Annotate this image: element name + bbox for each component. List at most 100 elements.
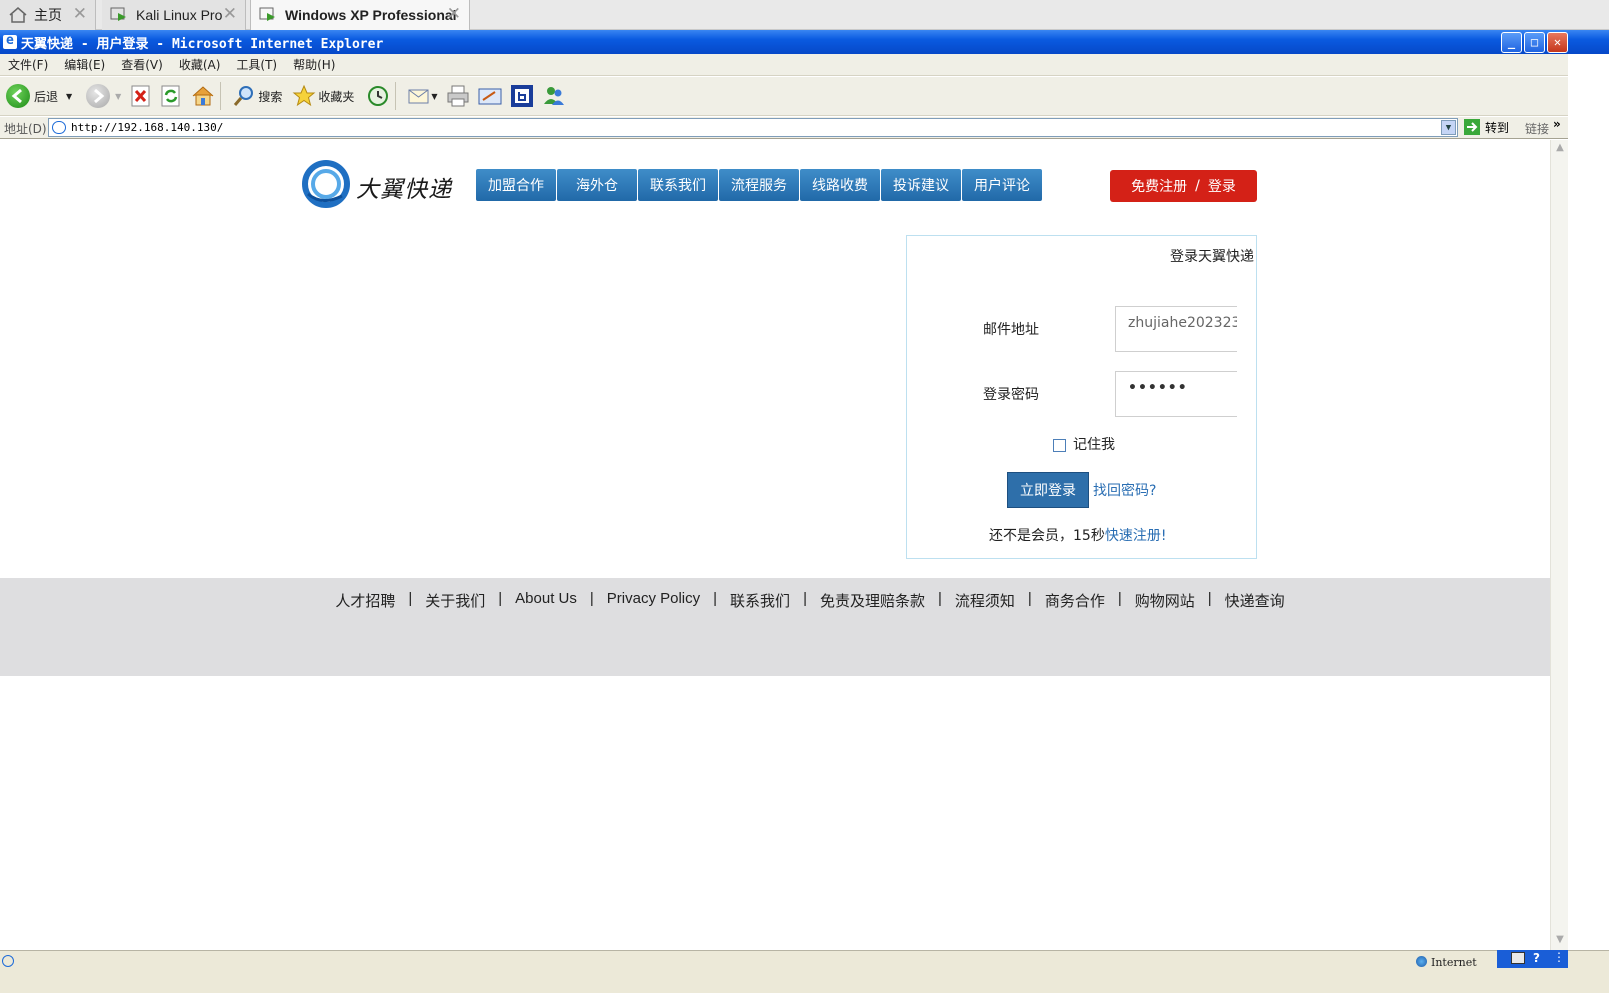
- footer-divider: |: [589, 590, 594, 607]
- vm-tab-strip: 主页 ✕ Kali Linux Pro ✕ Windows XP Profess…: [0, 0, 1609, 30]
- remember-checkbox[interactable]: [1053, 439, 1066, 452]
- login-submit-button[interactable]: 立即登录: [1007, 472, 1089, 508]
- messenger-button[interactable]: [542, 84, 566, 108]
- login-form: 登录天翼快递 邮件地址 zhujiahe202323 登录密码 •••••• 记…: [906, 235, 1257, 559]
- taskbar-tray: ? ⋮: [1497, 950, 1568, 968]
- chevron-down-icon[interactable]: ▼: [1441, 120, 1456, 135]
- address-bar: 地址(D) http://192.168.140.130/ ▼ 转到 链接 »: [0, 117, 1609, 139]
- menu-view[interactable]: 查看(V): [121, 56, 163, 73]
- password-label: 登录密码: [983, 387, 1039, 403]
- search-button[interactable]: 搜索: [232, 84, 282, 108]
- back-button[interactable]: 后退 ▼: [6, 84, 72, 108]
- separator-slash: /: [1195, 178, 1200, 194]
- home-icon: [192, 86, 214, 106]
- site-logo[interactable]: 大翼快递: [302, 160, 462, 210]
- nav-item-contact[interactable]: 联系我们: [638, 169, 718, 201]
- nav-item-franchise[interactable]: 加盟合作: [476, 169, 556, 201]
- print-icon: [447, 85, 469, 107]
- footer-link-privacy[interactable]: Privacy Policy: [607, 590, 700, 611]
- discuss-button[interactable]: [510, 84, 534, 108]
- close-icon[interactable]: ✕: [447, 4, 461, 24]
- footer-divider: |: [1207, 590, 1212, 607]
- remember-label[interactable]: 记住我: [1073, 434, 1115, 454]
- chevron-right-icon[interactable]: »: [1553, 117, 1561, 131]
- print-button[interactable]: [446, 84, 470, 108]
- close-icon[interactable]: ✕: [73, 4, 87, 24]
- footer-link-careers[interactable]: 人才招聘: [335, 590, 395, 611]
- mail-button[interactable]: ▼: [407, 85, 438, 107]
- home-button[interactable]: [191, 85, 215, 107]
- help-icon[interactable]: ?: [1533, 951, 1540, 965]
- globe-icon: [1416, 956, 1427, 967]
- menu-file[interactable]: 文件(F): [8, 56, 48, 73]
- menu-favorites[interactable]: 收藏(A): [179, 56, 221, 73]
- main-nav: 加盟合作 海外仓 联系我们 流程服务 线路收费 投诉建议 用户评论: [476, 169, 1043, 201]
- menu-help[interactable]: 帮助(H): [293, 56, 335, 73]
- forward-button[interactable]: ▼: [86, 84, 121, 108]
- footer-divider: |: [1117, 590, 1122, 607]
- footer-link-shopping[interactable]: 购物网站: [1135, 590, 1195, 611]
- footer-link-about-cn[interactable]: 关于我们: [425, 590, 485, 611]
- favorites-button[interactable]: 收藏夹: [292, 84, 354, 108]
- go-button[interactable]: 转到: [1463, 118, 1509, 136]
- refresh-button[interactable]: [161, 85, 181, 107]
- stop-icon: [131, 85, 150, 107]
- footer-link-business[interactable]: 商务合作: [1045, 590, 1105, 611]
- stop-button[interactable]: [131, 85, 151, 107]
- chevron-down-icon[interactable]: ▼: [431, 92, 437, 101]
- vm-tab-label: 主页: [34, 7, 62, 23]
- email-field[interactable]: zhujiahe202323: [1115, 306, 1237, 352]
- refresh-icon: [161, 85, 180, 107]
- nav-item-complaints[interactable]: 投诉建议: [881, 169, 961, 201]
- mail-icon: [408, 89, 429, 104]
- close-button[interactable]: ✕: [1547, 32, 1568, 53]
- not-member-prefix: 还不是会员，15秒: [989, 528, 1105, 544]
- login-title: 登录天翼快递: [1170, 249, 1254, 265]
- footer-link-disclaimer[interactable]: 免责及理赔条款: [820, 590, 925, 611]
- status-bar: Internet: [0, 950, 1609, 993]
- quick-register-link[interactable]: 快速注册!: [1105, 528, 1167, 544]
- scroll-up-icon[interactable]: ▲: [1553, 142, 1567, 156]
- close-icon[interactable]: ✕: [223, 4, 237, 24]
- vertical-scrollbar[interactable]: ▲ ▼: [1550, 140, 1568, 950]
- logo-text: 大翼快递: [356, 177, 452, 203]
- vm-tab-home[interactable]: 主页 ✕: [0, 0, 96, 30]
- footer-divider: |: [408, 590, 413, 607]
- edit-button[interactable]: [478, 85, 502, 107]
- chevron-down-icon[interactable]: ▼: [115, 92, 121, 101]
- footer-link-process[interactable]: 流程须知: [955, 590, 1015, 611]
- register-login-button[interactable]: 免费注册 / 登录: [1110, 170, 1257, 202]
- password-field[interactable]: ••••••: [1115, 371, 1237, 417]
- footer-divider: |: [498, 590, 503, 607]
- forgot-password-link[interactable]: 找回密码?: [1093, 480, 1156, 500]
- history-button[interactable]: [366, 84, 390, 108]
- footer-divider: |: [1027, 590, 1032, 607]
- links-button[interactable]: 链接: [1525, 120, 1549, 137]
- register-link[interactable]: 免费注册: [1131, 176, 1187, 196]
- keyboard-icon[interactable]: [1511, 952, 1525, 964]
- more-icon[interactable]: ⋮: [1553, 950, 1565, 964]
- login-link[interactable]: 登录: [1208, 176, 1236, 196]
- go-arrow-icon: [1464, 119, 1480, 135]
- vm-tab-kali[interactable]: Kali Linux Pro ✕: [102, 0, 246, 30]
- chevron-down-icon[interactable]: ▼: [66, 92, 72, 101]
- footer-link-tracking[interactable]: 快递查询: [1225, 590, 1285, 611]
- maximize-button[interactable]: □: [1524, 32, 1545, 53]
- nav-item-reviews[interactable]: 用户评论: [962, 169, 1042, 201]
- footer-link-about-us[interactable]: About Us: [515, 590, 577, 611]
- toolbar: 后退 ▼ ▼ 搜索 收藏夹 ▼: [0, 77, 1609, 116]
- vm-tab-label: Kali Linux Pro: [136, 7, 223, 23]
- nav-item-overseas[interactable]: 海外仓: [557, 169, 637, 201]
- nav-item-process[interactable]: 流程服务: [719, 169, 799, 201]
- address-input[interactable]: http://192.168.140.130/ ▼: [48, 118, 1458, 137]
- menu-edit[interactable]: 编辑(E): [64, 56, 105, 73]
- scroll-down-icon[interactable]: ▼: [1553, 934, 1567, 948]
- nav-item-pricing[interactable]: 线路收费: [800, 169, 880, 201]
- not-member-text: 还不是会员，15秒快速注册!: [989, 525, 1166, 545]
- zone-indicator: Internet: [1416, 956, 1477, 969]
- menu-tools[interactable]: 工具(T): [236, 56, 277, 73]
- footer-link-contact[interactable]: 联系我们: [730, 590, 790, 611]
- vm-tab-winxp[interactable]: Windows XP Professional ✕: [250, 0, 470, 30]
- minimize-button[interactable]: _: [1501, 32, 1522, 53]
- zone-label: Internet: [1431, 956, 1477, 969]
